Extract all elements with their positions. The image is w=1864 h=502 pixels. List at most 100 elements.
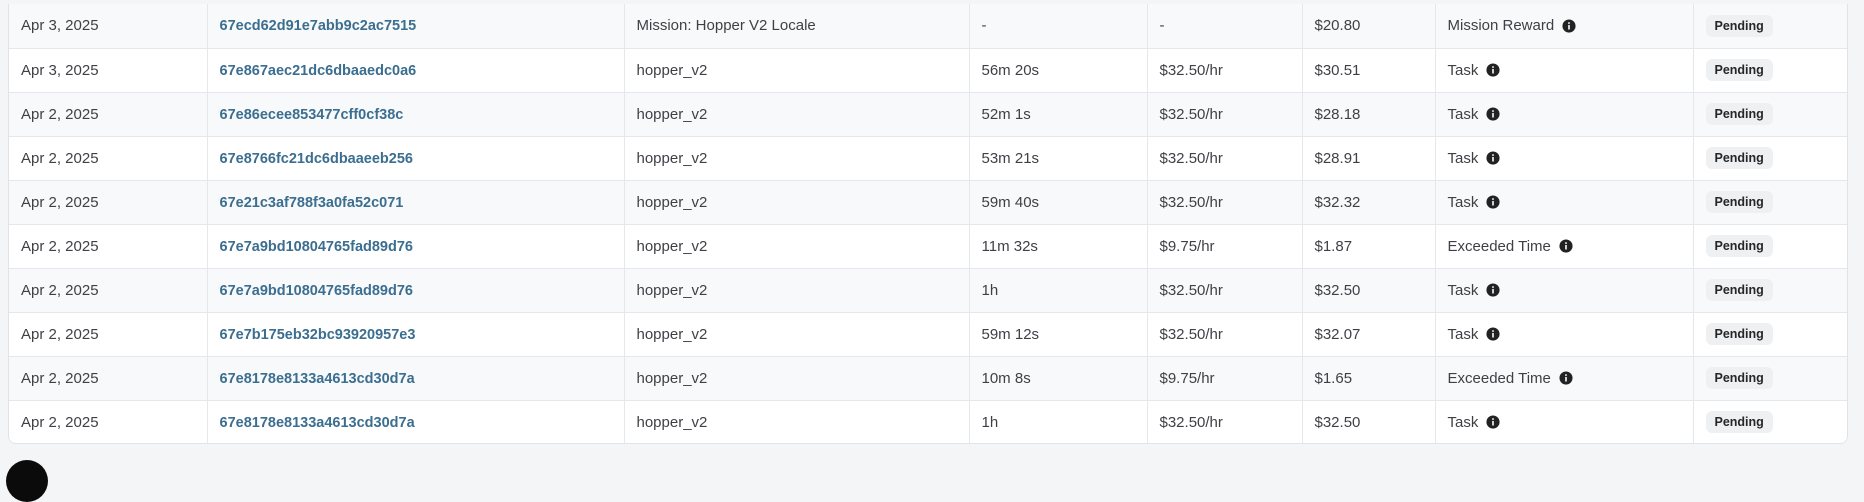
- amount-cell: $28.18: [1302, 92, 1436, 136]
- type-cell: Task: [1435, 48, 1694, 92]
- status-badge: Pending: [1705, 411, 1773, 434]
- task-id-cell: 67e86ecee853477cff0cf38c: [207, 92, 625, 136]
- info-icon[interactable]: [1486, 63, 1500, 77]
- info-icon[interactable]: [1562, 19, 1576, 33]
- type-cell: Task: [1435, 180, 1694, 224]
- chat-launcher-button[interactable]: [6, 460, 48, 502]
- project-cell: hopper_v2: [624, 180, 970, 224]
- info-icon[interactable]: [1486, 107, 1500, 121]
- duration-cell: 1h: [969, 400, 1148, 443]
- info-icon[interactable]: [1486, 151, 1500, 165]
- project-cell: hopper_v2: [624, 136, 970, 180]
- date-cell: Apr 3, 2025: [9, 48, 208, 92]
- status-badge: Pending: [1705, 323, 1773, 345]
- task-id-link[interactable]: 67e7b175eb32bc93920957e3: [220, 327, 416, 343]
- duration-cell: -: [969, 4, 1148, 48]
- type-label: Exceeded Time: [1447, 369, 1551, 387]
- rate-cell: $32.50/hr: [1147, 92, 1303, 136]
- status-cell: Pending: [1693, 136, 1847, 180]
- status-cell: Pending: [1693, 224, 1847, 268]
- info-icon[interactable]: [1486, 195, 1500, 209]
- rate-cell: $32.50/hr: [1147, 136, 1303, 180]
- duration-cell: 59m 12s: [969, 312, 1148, 356]
- date-cell: Apr 2, 2025: [9, 136, 208, 180]
- info-icon[interactable]: [1486, 283, 1500, 297]
- project-cell: hopper_v2: [624, 224, 970, 268]
- date-cell: Apr 2, 2025: [9, 400, 208, 443]
- project-cell: hopper_v2: [624, 92, 970, 136]
- status-badge: Pending: [1705, 191, 1773, 213]
- type-label: Task: [1447, 61, 1479, 79]
- status-cell: Pending: [1693, 48, 1847, 92]
- table-row: Apr 2, 2025 67e8766fc21dc6dbaaeeb256 hop…: [9, 136, 1847, 180]
- rate-cell: $32.50/hr: [1147, 400, 1303, 443]
- duration-cell: 10m 8s: [969, 356, 1148, 400]
- task-id-cell: 67e7b175eb32bc93920957e3: [207, 312, 625, 356]
- type-label: Task: [1447, 149, 1479, 167]
- rate-cell: $32.50/hr: [1147, 180, 1303, 224]
- table-row: Apr 3, 2025 67e867aec21dc6dbaaedc0a6 hop…: [9, 48, 1847, 92]
- table-body: Apr 3, 2025 67ecd62d91e7abb9c2ac7515 Mis…: [9, 4, 1847, 443]
- task-id-link[interactable]: 67e21c3af788f3a0fa52c071: [220, 195, 404, 211]
- info-icon[interactable]: [1486, 415, 1500, 429]
- type-cell: Mission Reward: [1435, 4, 1694, 48]
- duration-cell: 52m 1s: [969, 92, 1148, 136]
- table-row: Apr 2, 2025 67e7a9bd10804765fad89d76 hop…: [9, 268, 1847, 312]
- table-row: Apr 2, 2025 67e7b175eb32bc93920957e3 hop…: [9, 312, 1847, 356]
- task-id-cell: 67e8178e8133a4613cd30d7a: [207, 400, 625, 443]
- project-cell: hopper_v2: [624, 268, 970, 312]
- project-cell: hopper_v2: [624, 356, 970, 400]
- status-badge: Pending: [1705, 147, 1773, 169]
- date-cell: Apr 3, 2025: [9, 4, 208, 48]
- task-id-link[interactable]: 67e7a9bd10804765fad89d76: [220, 283, 413, 299]
- task-id-link[interactable]: 67e8178e8133a4613cd30d7a: [220, 371, 415, 387]
- info-icon[interactable]: [1559, 239, 1573, 253]
- type-label: Task: [1447, 105, 1479, 123]
- duration-cell: 11m 32s: [969, 224, 1148, 268]
- task-id-link[interactable]: 67ecd62d91e7abb9c2ac7515: [220, 18, 417, 34]
- rate-cell: $32.50/hr: [1147, 312, 1303, 356]
- info-icon[interactable]: [1559, 371, 1573, 385]
- duration-cell: 59m 40s: [969, 180, 1148, 224]
- task-id-cell: 67e8766fc21dc6dbaaeeb256: [207, 136, 625, 180]
- task-id-link[interactable]: 67e7a9bd10804765fad89d76: [220, 239, 413, 255]
- status-cell: Pending: [1693, 4, 1847, 48]
- task-id-link[interactable]: 67e8766fc21dc6dbaaeeb256: [220, 151, 413, 167]
- task-id-cell: 67e7a9bd10804765fad89d76: [207, 268, 625, 312]
- type-label: Task: [1447, 325, 1479, 343]
- task-id-cell: 67e21c3af788f3a0fa52c071: [207, 180, 625, 224]
- status-cell: Pending: [1693, 400, 1847, 443]
- type-label: Task: [1447, 193, 1479, 211]
- duration-cell: 1h: [969, 268, 1148, 312]
- amount-cell: $32.32: [1302, 180, 1436, 224]
- task-id-link[interactable]: 67e8178e8133a4613cd30d7a: [220, 415, 415, 431]
- rate-cell: $9.75/hr: [1147, 356, 1303, 400]
- amount-cell: $32.50: [1302, 268, 1436, 312]
- task-id-cell: 67ecd62d91e7abb9c2ac7515: [207, 4, 625, 48]
- date-cell: Apr 2, 2025: [9, 224, 208, 268]
- amount-cell: $30.51: [1302, 48, 1436, 92]
- date-cell: Apr 2, 2025: [9, 268, 208, 312]
- date-cell: Apr 2, 2025: [9, 180, 208, 224]
- type-label: Exceeded Time: [1447, 237, 1551, 255]
- status-badge: Pending: [1705, 59, 1773, 81]
- date-cell: Apr 2, 2025: [9, 356, 208, 400]
- amount-cell: $1.87: [1302, 224, 1436, 268]
- task-id-link[interactable]: 67e86ecee853477cff0cf38c: [220, 107, 404, 123]
- task-id-link[interactable]: 67e867aec21dc6dbaaedc0a6: [220, 63, 417, 79]
- rate-cell: $32.50/hr: [1147, 48, 1303, 92]
- project-cell: hopper_v2: [624, 400, 970, 443]
- status-badge: Pending: [1705, 235, 1773, 257]
- table-row: Apr 3, 2025 67ecd62d91e7abb9c2ac7515 Mis…: [9, 4, 1847, 48]
- info-icon[interactable]: [1486, 327, 1500, 341]
- table-row: Apr 2, 2025 67e7a9bd10804765fad89d76 hop…: [9, 224, 1847, 268]
- status-cell: Pending: [1693, 180, 1847, 224]
- rate-cell: $9.75/hr: [1147, 224, 1303, 268]
- date-cell: Apr 2, 2025: [9, 92, 208, 136]
- type-cell: Task: [1435, 92, 1694, 136]
- type-label: Mission Reward: [1447, 17, 1555, 35]
- type-cell: Task: [1435, 400, 1694, 443]
- type-label: Task: [1447, 281, 1479, 299]
- status-badge: Pending: [1705, 367, 1773, 389]
- table-row: Apr 2, 2025 67e8178e8133a4613cd30d7a hop…: [9, 400, 1847, 443]
